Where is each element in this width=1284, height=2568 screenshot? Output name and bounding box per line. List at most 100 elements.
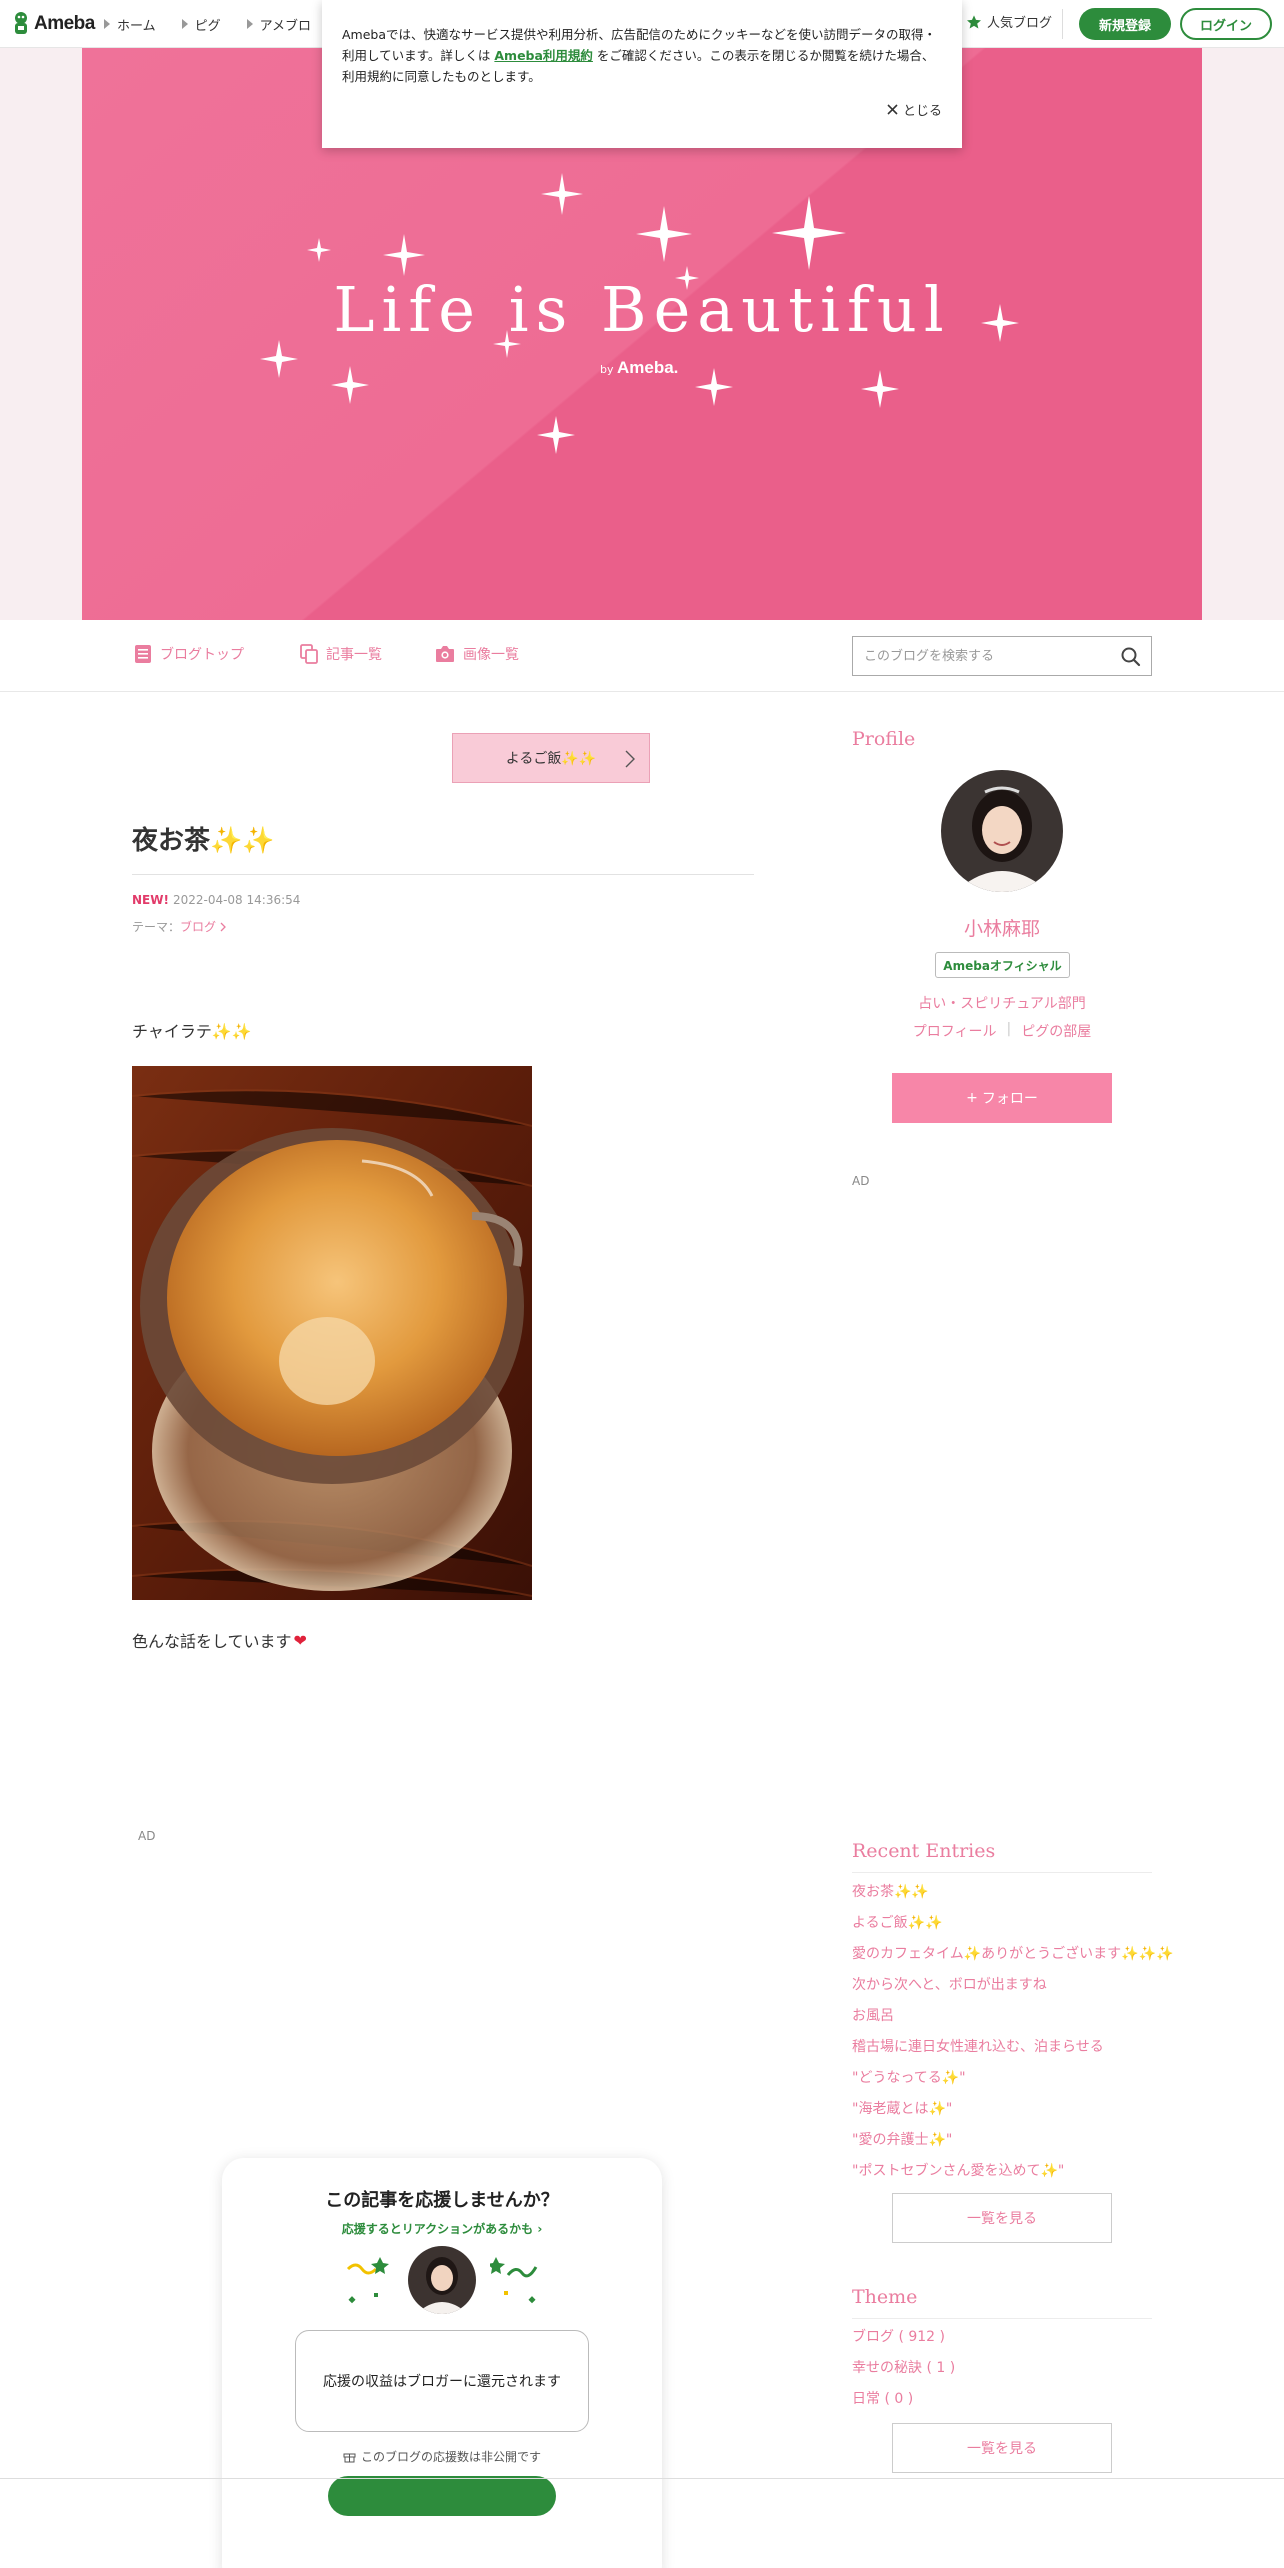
recent-divider bbox=[852, 1872, 1152, 1873]
profile-avatar[interactable] bbox=[941, 770, 1063, 892]
prev-entry-button[interactable]: よるご飯✨✨ bbox=[452, 733, 650, 783]
arrow-icon bbox=[104, 19, 110, 29]
support-title: この記事を応援しませんか？ bbox=[325, 2190, 559, 2211]
side-ad-label: AD bbox=[852, 1174, 870, 1188]
sparkle-emoji: ✨✨ bbox=[211, 1022, 252, 1041]
article-image-tea[interactable] bbox=[132, 1066, 532, 1600]
chevron-right-icon: › bbox=[537, 2222, 543, 2236]
confetti-right-icon bbox=[490, 2257, 538, 2304]
title-divider bbox=[132, 874, 754, 875]
recent-entries-heading: Recent Entries bbox=[852, 1840, 996, 1862]
cookie-text: Amebaでは、快適なサービス提供や利用分析、広告配信のためにクッキーなどを使い… bbox=[342, 24, 940, 87]
profile-links: プロフィール | ピグの部屋 bbox=[852, 1021, 1152, 1041]
recent-entry[interactable]: よるご飯✨✨ bbox=[852, 1912, 942, 1932]
recent-entry[interactable]: "愛の弁護士✨" bbox=[852, 2129, 952, 2149]
article-paragraph-1: チャイラテ✨✨ bbox=[132, 1018, 252, 1042]
camera-icon bbox=[436, 646, 454, 662]
recent-entry[interactable]: "どうなってる✨" bbox=[852, 2067, 966, 2087]
nav-home-label: ホーム bbox=[117, 18, 156, 34]
follow-button[interactable]: + フォロー bbox=[892, 1073, 1112, 1123]
popular-blog-link[interactable]: 人気ブログ bbox=[966, 12, 1052, 31]
support-reaction-link[interactable]: 応援するとリアクションがあるかも › bbox=[222, 2220, 662, 2237]
popular-blog-label: 人気ブログ bbox=[987, 16, 1053, 31]
separator: | bbox=[1006, 1021, 1012, 1037]
document-icon bbox=[135, 645, 151, 663]
support-count: このブログの応援数は非公開です bbox=[222, 2448, 662, 2465]
nav-ameblo[interactable]: アメブロ bbox=[246, 15, 311, 34]
profile-heading: Profile bbox=[852, 728, 916, 750]
support-button[interactable] bbox=[328, 2476, 556, 2516]
theme-prefix: テーマ： bbox=[132, 920, 181, 934]
theme-heading: Theme bbox=[852, 2286, 918, 2308]
recent-entry[interactable]: "ポストセブンさん愛を込めて✨" bbox=[852, 2160, 1064, 2180]
arrow-icon bbox=[246, 19, 253, 29]
article-paragraph-2: 色んな話をしています ❤ bbox=[132, 1628, 307, 1652]
recent-entry[interactable]: 次から次へと、ボロが出ますね bbox=[852, 1974, 1047, 1994]
theme-item[interactable]: 幸せの秘訣 ( 1 ) bbox=[852, 2357, 955, 2377]
ranking-category-link[interactable]: 占い・スピリチュアル部門 bbox=[852, 993, 1152, 1013]
logo-text: Ameba bbox=[34, 13, 95, 34]
blog-top-link[interactable]: ブログトップ bbox=[134, 644, 244, 664]
blogger-name[interactable]: 小林麻耶 bbox=[852, 914, 1152, 941]
article-paragraph-1-text: チャイラテ bbox=[132, 1022, 212, 1041]
support-reaction-label: 応援するとリアクションがあるかも bbox=[341, 2222, 534, 2236]
blog-search-input[interactable] bbox=[853, 637, 1103, 675]
close-icon bbox=[887, 104, 898, 115]
recent-entry[interactable]: お風呂 bbox=[852, 2005, 894, 2025]
article-theme: テーマ： ブログ bbox=[132, 918, 227, 935]
cookie-close-button[interactable]: とじる bbox=[887, 100, 942, 119]
ameba-mascot-icon bbox=[15, 12, 27, 34]
ameba-logo[interactable]: Ameba bbox=[12, 10, 95, 38]
theme-item[interactable]: 日常 ( 0 ) bbox=[852, 2388, 913, 2408]
recent-entry[interactable]: 愛のカフェタイム✨ありがとうございます✨✨✨ bbox=[852, 1943, 1173, 1963]
nav-pigg-label: ピグ bbox=[194, 18, 221, 34]
recent-entry[interactable]: 稽古場に連日女性連れ込む、泊まらせる bbox=[852, 2036, 1104, 2056]
nav-ameblo-label: アメブロ bbox=[259, 18, 311, 34]
plus-icon: + bbox=[966, 1090, 978, 1106]
confetti-left-icon bbox=[346, 2257, 389, 2304]
new-badge: NEW! bbox=[132, 893, 169, 907]
recent-entry[interactable]: "海老蔵とは✨" bbox=[852, 2098, 952, 2118]
support-avatar bbox=[408, 2246, 476, 2314]
follow-label: フォロー bbox=[981, 1091, 1038, 1107]
profile-link[interactable]: プロフィール bbox=[913, 1021, 997, 1041]
ad-label: AD bbox=[138, 1829, 156, 1843]
pigg-room-link[interactable]: ピグの部屋 bbox=[1021, 1021, 1091, 1041]
banner-by-text: by bbox=[600, 363, 614, 376]
bottom-divider bbox=[0, 2478, 1284, 2479]
nav-home[interactable]: ホーム bbox=[104, 15, 156, 34]
chevron-right-icon bbox=[625, 750, 635, 768]
prev-entry-label: よるご飯✨✨ bbox=[505, 751, 597, 767]
image-list-link[interactable]: 画像一覧 bbox=[435, 644, 519, 664]
article-paragraph-2-text: 色んな話をしています bbox=[132, 1632, 292, 1651]
theme-divider bbox=[852, 2318, 1152, 2319]
entry-list-link[interactable]: 記事一覧 bbox=[300, 644, 382, 664]
recent-more-button[interactable]: 一覧を見る bbox=[892, 2193, 1112, 2243]
official-badge: Amebaオフィシャル bbox=[935, 952, 1070, 978]
banner-byline: by Ameba. bbox=[600, 358, 678, 378]
image-list-label: 画像一覧 bbox=[463, 647, 519, 663]
chevron-right-icon bbox=[220, 922, 226, 931]
global-nav: ホーム ピグ アメブロ bbox=[104, 0, 311, 48]
cookie-notice: Amebaでは、快適なサービス提供や利用分析、広告配信のためにクッキーなどを使い… bbox=[322, 0, 962, 148]
theme-link[interactable]: ブログ bbox=[180, 918, 216, 935]
copy-icon bbox=[300, 644, 318, 664]
article-date: NEW! 2022-04-08 14:36:54 bbox=[132, 893, 300, 907]
theme-more-button[interactable]: 一覧を見る bbox=[892, 2423, 1112, 2473]
signup-button[interactable]: 新規登録 bbox=[1079, 8, 1171, 40]
blog-nav: ブログトップ 記事一覧 画像一覧 bbox=[0, 620, 1284, 692]
recent-entry[interactable]: 夜お茶✨✨ bbox=[852, 1881, 929, 1901]
support-revenue-box[interactable]: 応援の収益はブロガーに還元されます bbox=[295, 2330, 589, 2432]
login-button[interactable]: ログイン bbox=[1180, 8, 1272, 40]
nav-pigg[interactable]: ピグ bbox=[181, 15, 221, 34]
blog-top-label: ブログトップ bbox=[160, 647, 244, 663]
support-count-text: このブログの応援数は非公開です bbox=[360, 2450, 541, 2464]
cookie-close-label: とじる bbox=[902, 104, 942, 119]
theme-item[interactable]: ブログ ( 912 ) bbox=[852, 2326, 945, 2346]
gift-icon bbox=[343, 2453, 356, 2463]
search-icon[interactable] bbox=[1119, 645, 1143, 669]
terms-link[interactable]: Ameba利用規約 bbox=[494, 48, 593, 63]
star-icon bbox=[967, 14, 981, 28]
article-datetime: 2022-04-08 14:36:54 bbox=[172, 893, 301, 907]
tea-cup-photo bbox=[132, 1066, 532, 1600]
